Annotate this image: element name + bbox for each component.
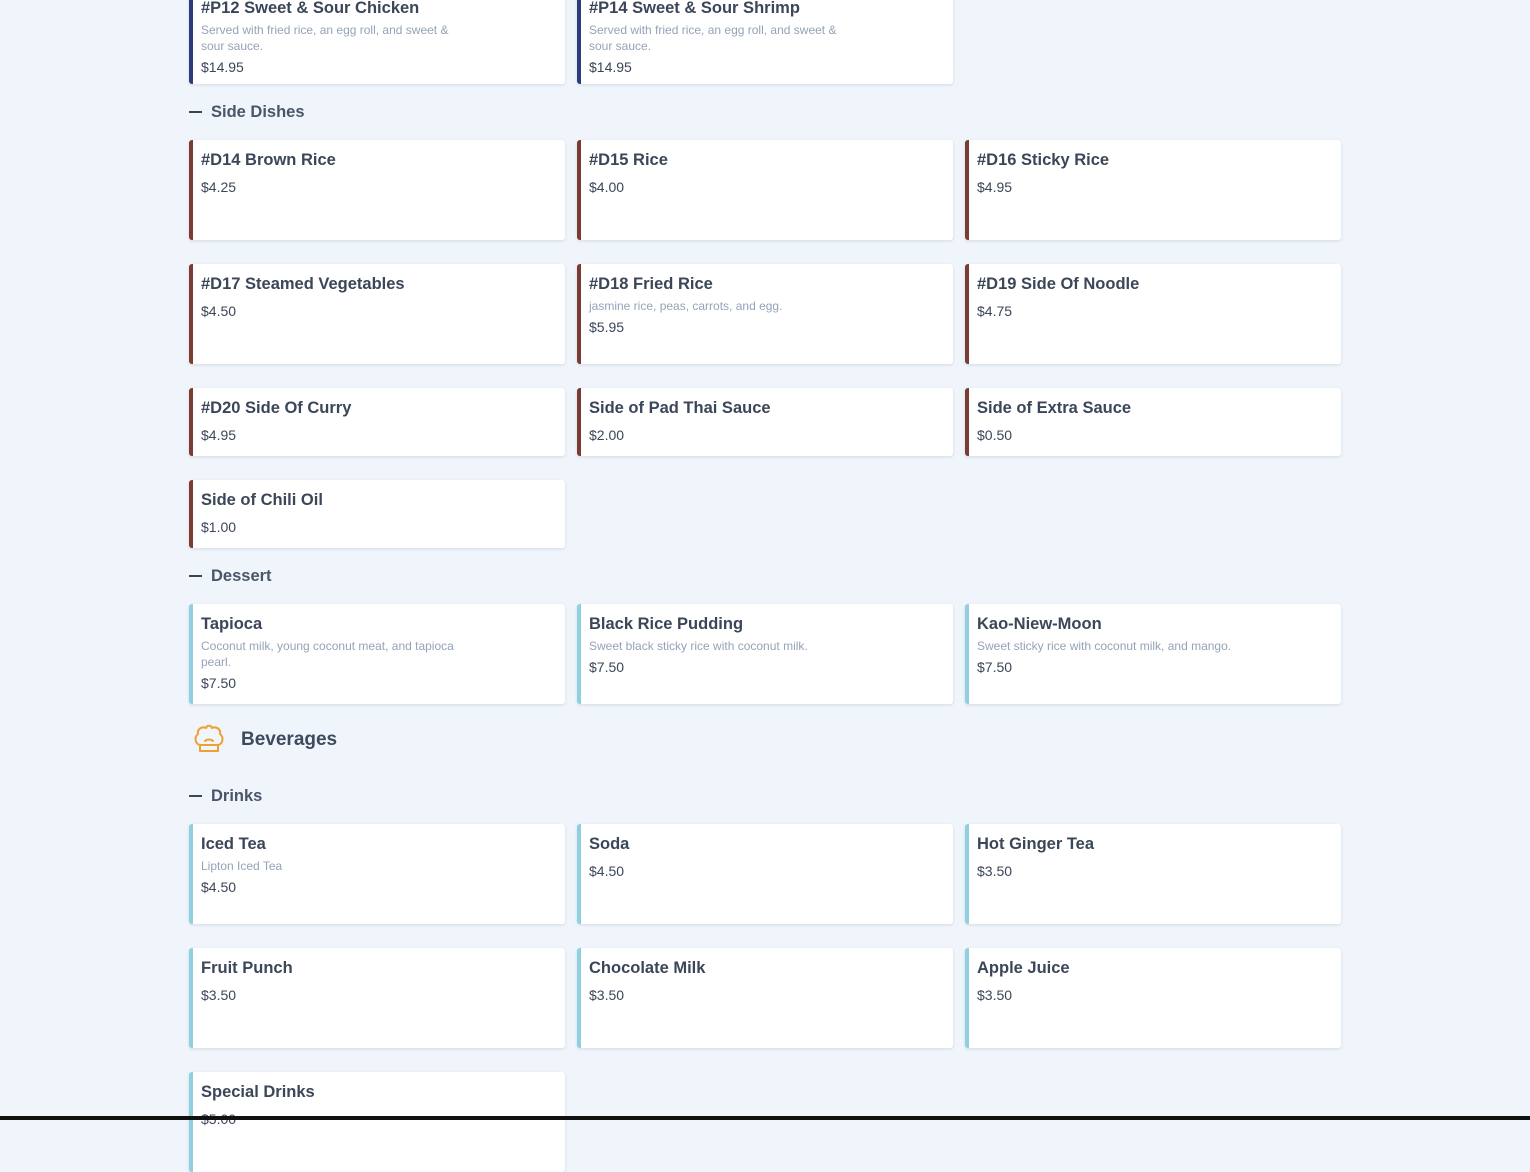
subcategory-label: Drinks <box>211 786 263 805</box>
menu-item-card[interactable]: Side of Pad Thai Sauce $2.00 <box>577 388 953 456</box>
item-price: $4.95 <box>201 427 237 443</box>
item-title: Side of Pad Thai Sauce <box>589 399 771 417</box>
item-title: Hot Ginger Tea <box>977 835 1095 853</box>
item-title: Apple Juice <box>977 959 1070 977</box>
item-title: Tapioca <box>201 615 263 633</box>
item-title: #D19 Side Of Noodle <box>977 275 1140 293</box>
menu-item-card[interactable]: #D16 Sticky Rice $4.95 <box>965 140 1341 240</box>
item-title: Iced Tea <box>201 835 266 853</box>
menu-item-card[interactable]: #D14 Brown Rice $4.25 <box>189 140 565 240</box>
item-title: Chocolate Milk <box>589 959 706 977</box>
menu-item-card[interactable]: #D20 Side Of Curry $4.95 <box>189 388 565 456</box>
menu-item-card[interactable]: Chocolate Milk $3.50 <box>577 948 953 1048</box>
subcategory-label: Side Dishes <box>211 102 305 121</box>
item-description: Sweet sticky rice with coconut milk, and… <box>977 639 1232 653</box>
item-title: Side of Extra Sauce <box>977 399 1132 417</box>
category-label: Beverages <box>241 729 338 750</box>
item-title: #D18 Fried Rice <box>589 275 713 293</box>
item-price: $3.50 <box>977 863 1013 879</box>
item-price: $7.50 <box>201 675 237 691</box>
beverages-category-heading: Beverages <box>192 722 337 758</box>
drinks-heading[interactable]: Drinks <box>189 785 262 807</box>
menu-item-card[interactable]: #D17 Steamed Vegetables $4.50 <box>189 264 565 364</box>
item-title: #D14 Brown Rice <box>201 151 336 169</box>
item-title: Fruit Punch <box>201 959 293 977</box>
item-description: jasmine rice, peas, carrots, and egg. <box>589 299 783 313</box>
menu-item-card[interactable]: #D18 Fried Rice jasmine rice, peas, carr… <box>577 264 953 364</box>
chef-hat-icon <box>192 721 226 760</box>
bottom-bar <box>0 1116 1530 1120</box>
item-description: Served with fried rice, an egg roll, and… <box>201 23 449 53</box>
item-price: $4.50 <box>201 879 237 895</box>
item-description: Sweet black sticky rice with coconut mil… <box>589 639 808 653</box>
menu-item-card[interactable]: Apple Juice $3.50 <box>965 948 1341 1048</box>
menu-item-card[interactable]: Side of Extra Sauce $0.50 <box>965 388 1341 456</box>
item-price: $3.50 <box>201 987 237 1003</box>
menu-item-card[interactable]: Tapioca Coconut milk, young coconut meat… <box>189 604 565 704</box>
item-title: #D16 Sticky Rice <box>977 151 1110 169</box>
menu-item-card[interactable]: #P12 Sweet & Sour Chicken Served with fr… <box>189 0 565 84</box>
collapse-dash-icon <box>189 575 202 577</box>
item-title: Side of Chili Oil <box>201 491 323 509</box>
item-price: $4.75 <box>977 303 1013 319</box>
item-price: $3.50 <box>589 987 625 1003</box>
menu-item-card[interactable]: #D15 Rice $4.00 <box>577 140 953 240</box>
menu-item-card[interactable]: Fruit Punch $3.50 <box>189 948 565 1048</box>
item-title: #P14 Sweet & Sour Shrimp <box>589 0 800 17</box>
item-price: $2.00 <box>589 427 625 443</box>
menu-item-card[interactable]: #D19 Side Of Noodle $4.75 <box>965 264 1341 364</box>
item-title: Special Drinks <box>201 1083 315 1101</box>
item-price: $4.95 <box>977 179 1013 195</box>
subcategory-label: Dessert <box>211 566 272 585</box>
side-dishes-heading[interactable]: Side Dishes <box>189 101 305 123</box>
item-title: Black Rice Pudding <box>589 615 744 633</box>
menu-item-card[interactable]: Side of Chili Oil $1.00 <box>189 480 565 548</box>
item-price: $14.95 <box>201 59 244 75</box>
item-price: $4.25 <box>201 179 237 195</box>
item-price: $14.95 <box>589 59 632 75</box>
item-title: #D17 Steamed Vegetables <box>201 275 405 293</box>
item-description: Served with fried rice, an egg roll, and… <box>589 23 837 53</box>
dessert-heading[interactable]: Dessert <box>189 565 272 587</box>
menu-item-card[interactable]: Iced Tea Lipton Iced Tea $4.50 <box>189 824 565 924</box>
menu-item-card[interactable]: Kao-Niew-Moon Sweet sticky rice with coc… <box>965 604 1341 704</box>
item-price: $4.50 <box>201 303 237 319</box>
item-title: #D15 Rice <box>589 151 668 169</box>
item-price: $7.50 <box>977 659 1013 675</box>
item-title: Kao-Niew-Moon <box>977 615 1102 633</box>
menu-item-card[interactable]: Hot Ginger Tea $3.50 <box>965 824 1341 924</box>
menu-item-card[interactable]: #P14 Sweet & Sour Shrimp Served with fri… <box>577 0 953 84</box>
menu-item-card[interactable]: Special Drinks $5.00 <box>189 1072 565 1172</box>
menu-item-card[interactable]: Soda $4.50 <box>577 824 953 924</box>
item-title: Soda <box>589 835 630 853</box>
item-title: #D20 Side Of Curry <box>201 399 352 417</box>
item-title: #P12 Sweet & Sour Chicken <box>201 0 420 17</box>
collapse-dash-icon <box>189 795 202 797</box>
item-price: $1.00 <box>201 519 237 535</box>
item-price: $4.50 <box>589 863 625 879</box>
item-price: $4.00 <box>589 179 625 195</box>
menu-item-card[interactable]: Black Rice Pudding Sweet black sticky ri… <box>577 604 953 704</box>
item-description: Lipton Iced Tea <box>201 859 283 873</box>
item-price: $5.95 <box>589 319 625 335</box>
collapse-dash-icon <box>189 111 202 113</box>
item-price: $7.50 <box>589 659 625 675</box>
item-description: Coconut milk, young coconut meat, and ta… <box>201 639 454 669</box>
item-price: $0.50 <box>977 427 1013 443</box>
item-price: $3.50 <box>977 987 1013 1003</box>
